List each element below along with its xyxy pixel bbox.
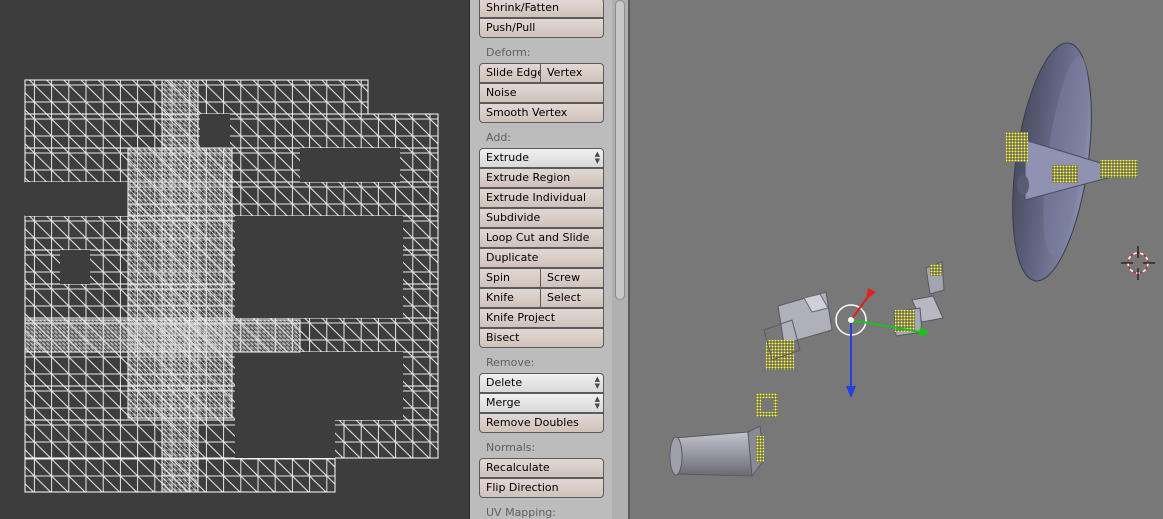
shrink-fatten-button[interactable]: Shrink/Fatten (479, 0, 604, 18)
merge-dropdown-label: Merge (486, 396, 521, 409)
updown-arrows-icon: ▲ ▼ (594, 395, 600, 410)
bisect-button[interactable]: Bisect (479, 328, 604, 348)
subdivide-button[interactable]: Subdivide (479, 208, 604, 228)
recalculate-button[interactable]: Recalculate (479, 458, 604, 478)
screw-button[interactable]: Screw (540, 268, 604, 288)
updown-arrows-icon: ▲ ▼ (594, 150, 600, 165)
clip-mesh[interactable] (756, 393, 778, 417)
knife-select-button[interactable]: Select (540, 288, 604, 308)
slide-vertex-button[interactable]: Vertex (540, 63, 604, 83)
delete-dropdown[interactable]: Delete ▲ ▼ (479, 373, 604, 393)
dish-mesh[interactable] (1000, 38, 1138, 286)
3d-viewport[interactable] (630, 0, 1163, 519)
push-pull-button[interactable]: Push/Pull (479, 18, 604, 38)
updown-arrows-icon: ▲ ▼ (594, 375, 600, 390)
smooth-vertex-button[interactable]: Smooth Vertex (479, 103, 604, 123)
tool-shelf-panel: Shrink/Fatten Push/Pull Deform: Slide Ed… (469, 0, 614, 519)
loop-cut-and-slide-button[interactable]: Loop Cut and Slide (479, 228, 604, 248)
cylinder-mesh[interactable] (669, 425, 765, 478)
knife-project-button[interactable]: Knife Project (479, 308, 604, 328)
remove-section-label: Remove: (486, 356, 535, 369)
extrude-dropdown-label: Extrude (486, 151, 530, 164)
flip-direction-button[interactable]: Flip Direction (479, 478, 604, 498)
uv-mapping-section-label: UV Mapping: (486, 506, 556, 519)
knife-button[interactable]: Knife (479, 288, 541, 308)
housing-mesh[interactable] (763, 291, 833, 370)
extrude-region-button[interactable]: Extrude Region (479, 168, 604, 188)
viewport-scene[interactable] (630, 0, 1163, 519)
normals-section-label: Normals: (486, 441, 536, 454)
scrollbar-thumb[interactable] (615, 0, 625, 300)
uv-image-editor[interactable] (0, 0, 469, 519)
slide-edge-button[interactable]: Slide Edge (479, 63, 541, 83)
spin-button[interactable]: Spin (479, 268, 541, 288)
3d-cursor-icon (1121, 246, 1155, 280)
delete-dropdown-label: Delete (486, 376, 523, 389)
merge-dropdown[interactable]: Merge ▲ ▼ (479, 393, 604, 413)
add-section-label: Add: (486, 131, 512, 144)
remove-doubles-button[interactable]: Remove Doubles (479, 413, 604, 433)
tool-shelf-scrollbar[interactable] (612, 0, 628, 519)
duplicate-button[interactable]: Duplicate (479, 248, 604, 268)
uv-layout-canvas[interactable] (0, 0, 469, 519)
noise-button[interactable]: Noise (479, 83, 604, 103)
deform-section-label: Deform: (486, 46, 531, 59)
extrude-dropdown[interactable]: Extrude ▲ ▼ (479, 148, 604, 168)
extrude-individual-button[interactable]: Extrude Individual (479, 188, 604, 208)
